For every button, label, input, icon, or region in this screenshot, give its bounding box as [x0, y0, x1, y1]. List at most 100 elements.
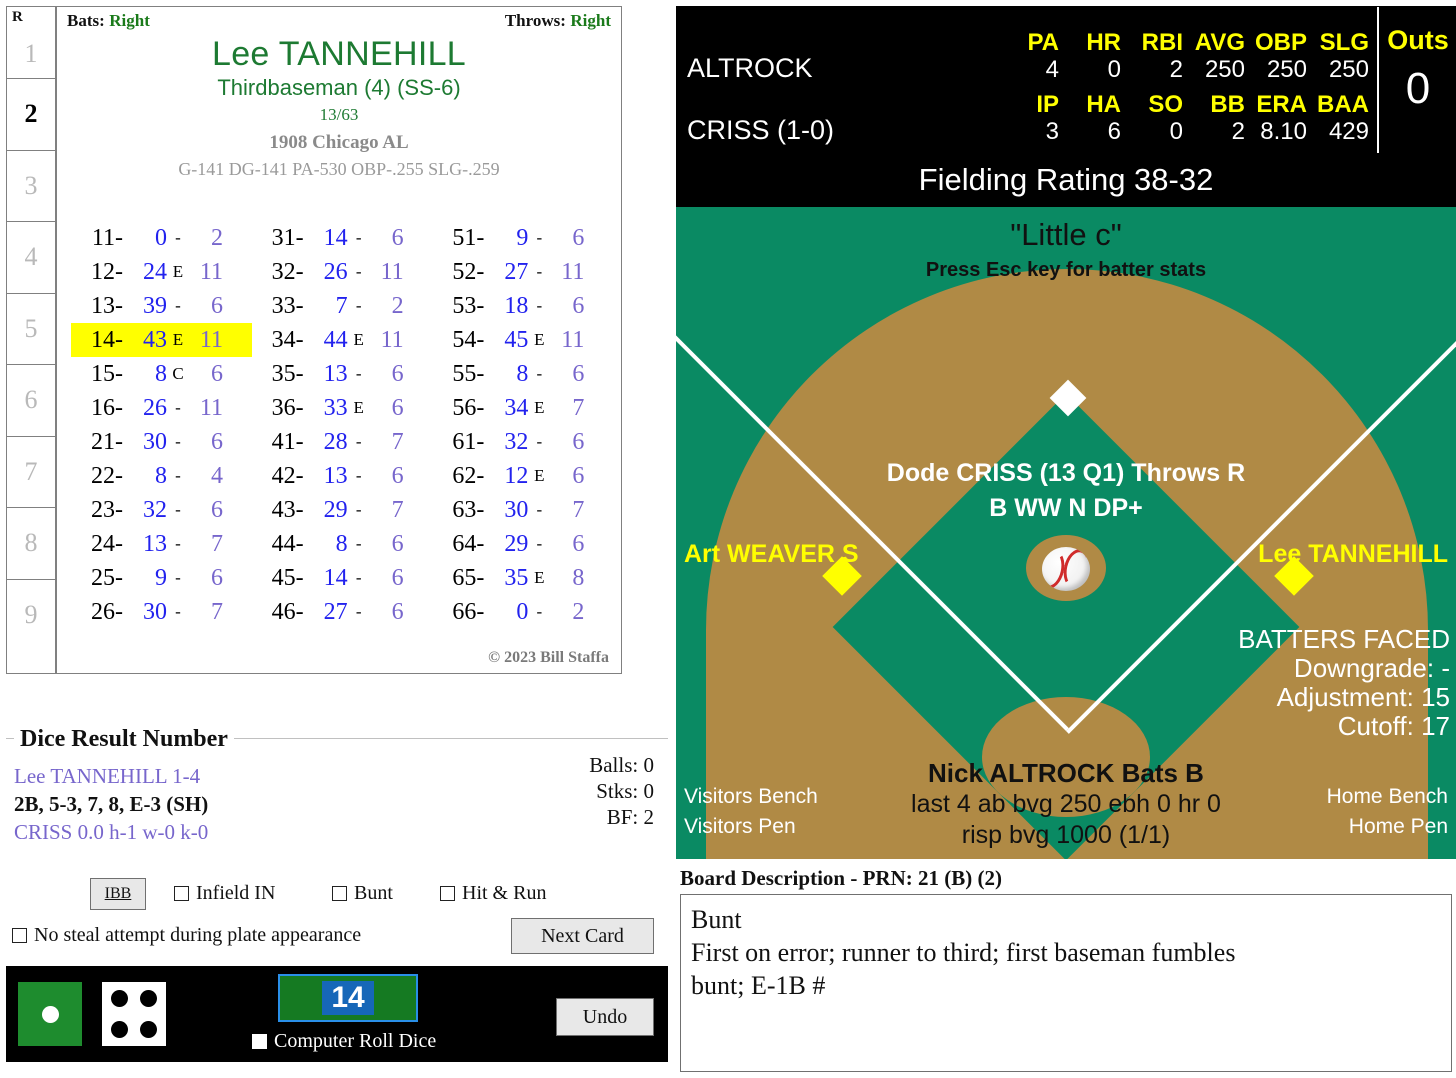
inning-cell-4[interactable]: 4: [7, 221, 55, 293]
alternate-number: 11: [199, 258, 223, 285]
result-row: 16- 26-11: [71, 391, 252, 425]
result-flag: -: [355, 602, 362, 621]
batting-stat-header: AVG: [1194, 29, 1245, 56]
pitching-stat-headers: IP HA SO BB ERA BAA: [997, 91, 1369, 119]
alternate-number: 7: [391, 496, 404, 523]
result-flag: -: [536, 228, 543, 247]
checkbox-box: [332, 886, 347, 901]
no-steal-checkbox[interactable]: No steal attempt during plate appearance: [12, 924, 361, 947]
batting-stat-value: 0: [1107, 56, 1121, 83]
left-panel: R 123456789 Bats: Right Throws: Right Le…: [0, 0, 670, 1078]
dice-combo: 45-: [271, 564, 304, 591]
alternate-number: 2: [391, 292, 404, 319]
ballpark-name: "Little c": [1010, 217, 1122, 252]
result-number: 26: [323, 258, 348, 285]
copyright-text: © 2023 Bill Staffa: [488, 649, 609, 666]
alternate-number: 6: [572, 360, 585, 387]
left-fielder-label[interactable]: Art WEAVER S: [684, 540, 859, 569]
dice-combo: 22-: [91, 462, 123, 489]
hit-and-run-checkbox[interactable]: Hit & Run: [440, 882, 546, 905]
board-description-lines: Bunt First on error; runner to third; fir…: [691, 903, 1441, 1002]
result-row: 66- 0- 2: [432, 595, 613, 629]
checkbox-box: [252, 1034, 267, 1049]
ibb-button[interactable]: IBB: [90, 878, 146, 910]
board-description-box: Bunt First on error; runner to third; fir…: [680, 894, 1452, 1072]
result-number: 30: [143, 428, 167, 455]
inning-cell-2[interactable]: 2: [7, 78, 55, 150]
result-flag: -: [175, 228, 181, 247]
result-number: 27: [504, 258, 529, 285]
result-row: 46- 27- 6: [252, 595, 433, 629]
next-card-label: Next Card: [541, 924, 624, 947]
player-card: Bats: Right Throws: Right Lee TANNEHILL …: [56, 6, 622, 674]
alternate-number: 6: [391, 564, 404, 591]
alternate-number: 2: [572, 598, 585, 625]
bunt-checkbox[interactable]: Bunt: [332, 882, 393, 905]
next-card-button[interactable]: Next Card: [511, 918, 654, 954]
result-row: 26- 30- 7: [71, 595, 252, 629]
inning-cell-5[interactable]: 5: [7, 292, 55, 365]
inning-cell-8[interactable]: 8: [7, 507, 55, 579]
alternate-number: 7: [211, 530, 223, 557]
result-row: 36- 33 E 6: [252, 391, 433, 425]
player-name: Lee TANNEHILL: [212, 35, 466, 73]
visitors-bench-link[interactable]: Visitors Bench: [684, 785, 818, 809]
dice-combo: 55-: [452, 360, 485, 387]
result-flag: -: [175, 602, 181, 621]
dice-combo: 34-: [271, 326, 304, 353]
result-number: 14: [323, 564, 348, 591]
result-row: 21- 30- 6: [71, 425, 252, 459]
inning-cell-7[interactable]: 7: [7, 435, 55, 508]
dice-combo: 11-: [91, 224, 123, 251]
result-number: 18: [504, 292, 529, 319]
result-flag: -: [355, 364, 362, 383]
baseball-field: "Little c" Press Esc key for batter stat…: [676, 207, 1456, 859]
result-number: 30: [504, 496, 529, 523]
white-die[interactable]: [102, 982, 166, 1046]
result-flag: -: [536, 602, 543, 621]
die-pip: [139, 990, 157, 1008]
pitching-stat-values: 3 6 0 2 8.10 429: [997, 118, 1369, 146]
dice-combo: 26-: [91, 598, 123, 625]
inning-cell-6[interactable]: 6: [7, 364, 55, 436]
inning-cell-3[interactable]: 3: [7, 149, 55, 222]
result-number: 26: [143, 394, 167, 421]
infield-in-checkbox[interactable]: Infield IN: [174, 882, 275, 905]
dice-combo: 53-: [452, 292, 485, 319]
board-description-title: Board Description - PRN: 21 (B) (2): [680, 866, 1002, 890]
right-fielder-label[interactable]: Lee TANNEHILL: [1258, 540, 1448, 569]
home-pen-link[interactable]: Home Pen: [1349, 815, 1448, 839]
home-bench-link[interactable]: Home Bench: [1327, 785, 1448, 809]
computer-roll-dice-checkbox[interactable]: Computer Roll Dice: [252, 1030, 436, 1053]
green-die[interactable]: [18, 982, 82, 1046]
result-flag: -: [536, 534, 543, 553]
scoreboard: ALTROCK CRISS (1-0) PA HR RBI AVG OBP SLG 4 0 2…: [676, 6, 1456, 154]
dice-combo: 16-: [91, 394, 123, 421]
alternate-number: 7: [572, 496, 585, 523]
dice-combo: 21-: [91, 428, 123, 455]
result-flag: E: [353, 330, 364, 349]
dice-result-title: Dice Result Number: [14, 726, 234, 753]
result-column-3: 51- 9-6 52- 27-11 53- 18-6 54- 45 E 11 55- 8-6 56- 34…: [432, 221, 613, 629]
result-flag: E: [353, 398, 364, 417]
inning-cell-1[interactable]: 1: [7, 29, 55, 78]
dice-tray: 14 Computer Roll Dice Undo: [6, 966, 668, 1062]
alternate-number: 6: [572, 530, 585, 557]
undo-button[interactable]: Undo: [556, 998, 654, 1036]
result-row: 65- 35 E 8: [432, 561, 613, 595]
visitors-pen-link[interactable]: Visitors Pen: [684, 815, 796, 839]
inning-cell-9[interactable]: 9: [7, 578, 55, 651]
result-flag: -: [175, 500, 181, 519]
alternate-number: 11: [199, 394, 223, 421]
batting-stat-value: 2: [1169, 56, 1183, 83]
alternate-number: 6: [572, 462, 585, 489]
result-flag: -: [536, 500, 543, 519]
result-flag: -: [355, 228, 362, 247]
result-row: 33- 7- 2: [252, 289, 433, 323]
result-column-2: 31- 14-6 32- 26-11 33- 7-2 34- 44 E 11 35- 13-6 36- 3…: [252, 221, 433, 629]
checkbox-box: [174, 886, 189, 901]
app-window: R 123456789 Bats: Right Throws: Right Le…: [0, 0, 1456, 1078]
result-row: 32- 26-11: [252, 255, 433, 289]
result-flag: -: [536, 432, 543, 451]
computer-roll-label: Computer Roll Dice: [274, 1030, 437, 1052]
